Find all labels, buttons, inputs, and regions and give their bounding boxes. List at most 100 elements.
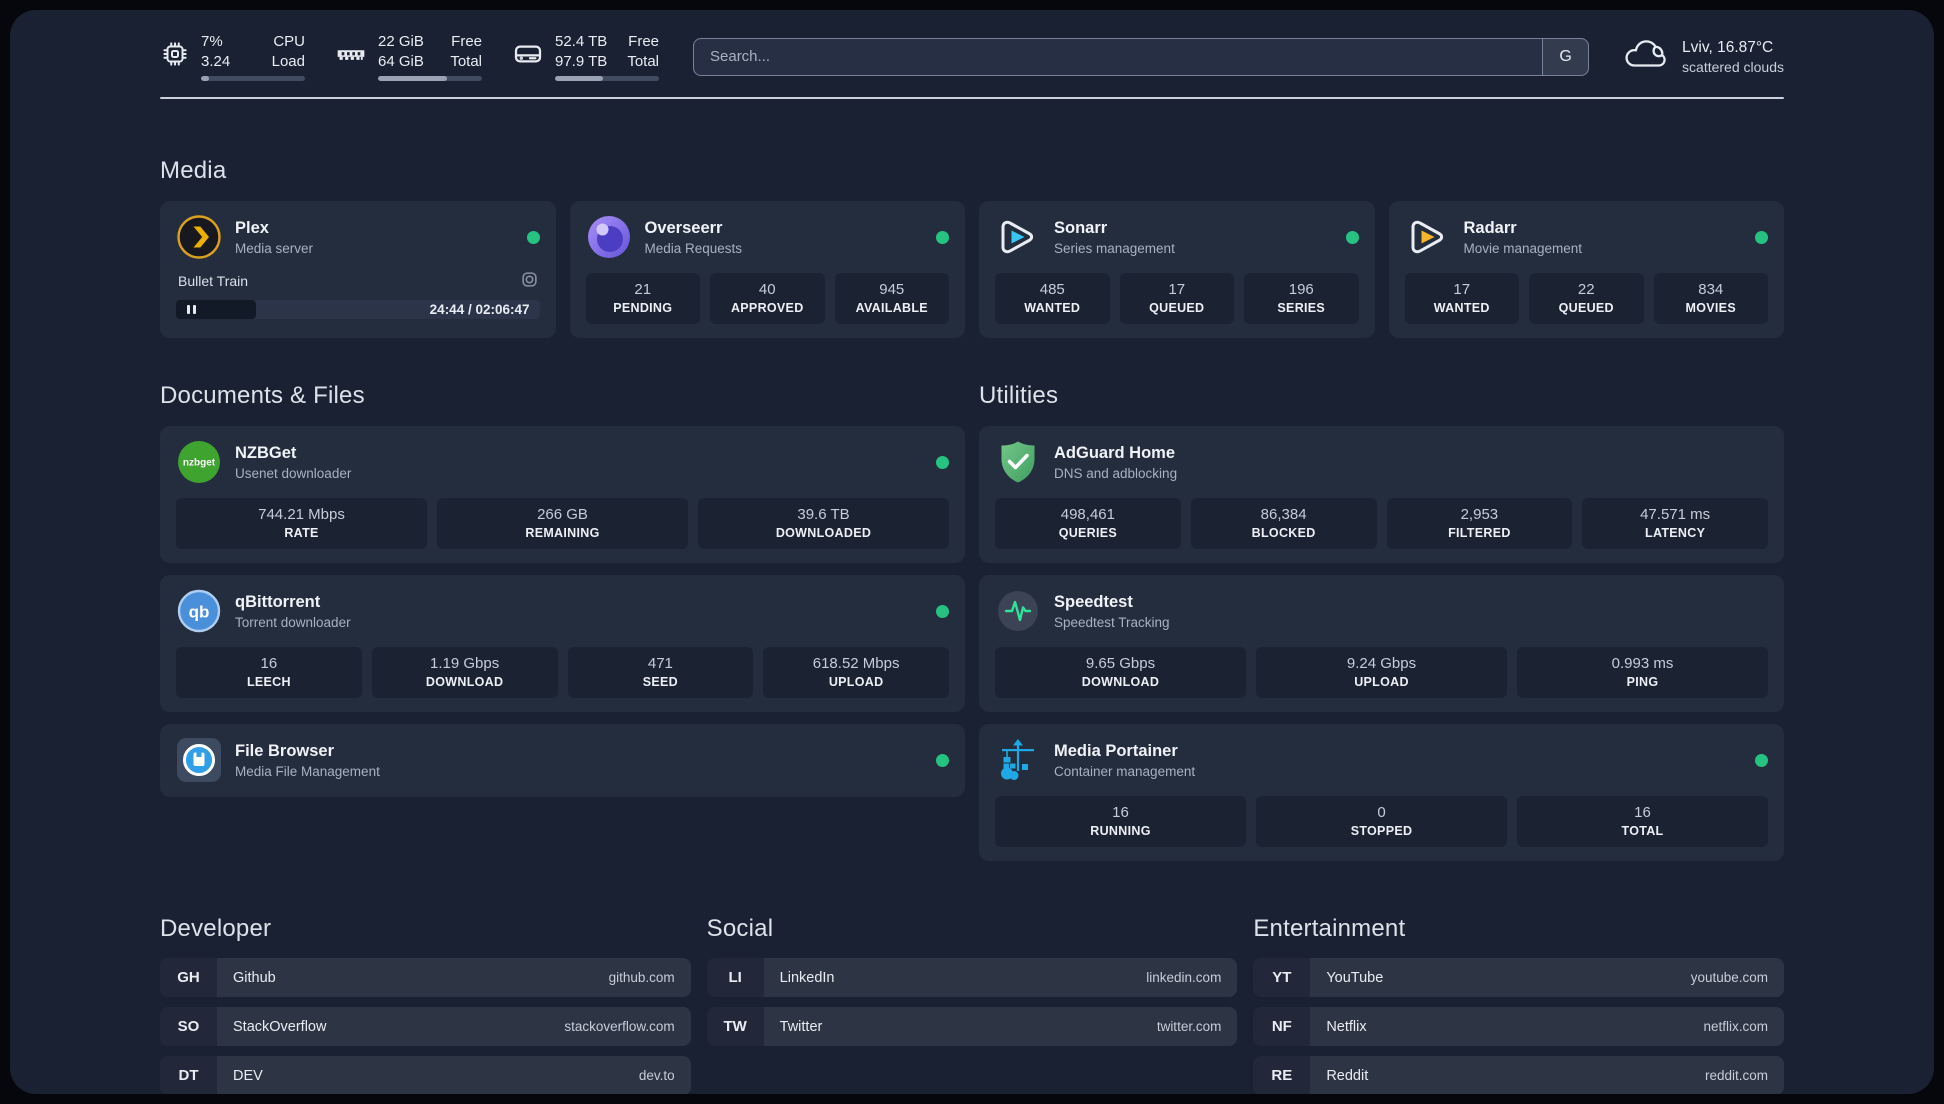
status-dot: [1755, 230, 1768, 244]
app-description: Container management: [1054, 763, 1196, 779]
bookmark-name: StackOverflow: [233, 1018, 327, 1035]
status-dot: [936, 230, 949, 244]
bookmark-abbr: NF: [1253, 1007, 1310, 1046]
app-name: Radarr: [1463, 218, 1517, 237]
bookmark-abbr: RE: [1253, 1056, 1310, 1094]
stat-tile: 16 TOTAL: [1517, 796, 1768, 847]
stat-tile: 744.21 Mbps RATE: [176, 498, 427, 549]
bookmark-name: Reddit: [1326, 1067, 1369, 1084]
svg-text:nzbget: nzbget: [183, 458, 216, 469]
bookmark-url: reddit.com: [1704, 1068, 1768, 1083]
stat-tile: 16 LEECH: [176, 647, 362, 698]
resource-widgets: 7% 3.24 CPU Load 22 GiB 64 GiB Free Tota…: [160, 32, 659, 81]
app-card-adguard[interactable]: AdGuard Home DNS and adblocking 498,461 Q…: [979, 426, 1784, 563]
bookmark-github[interactable]: GH Github github.com: [160, 958, 691, 997]
cloud-icon: [1623, 37, 1669, 76]
app-description: Media Requests: [644, 240, 743, 256]
status-dot: [1755, 753, 1768, 767]
bookmark-youtube[interactable]: YT YouTube youtube.com: [1253, 958, 1784, 997]
stat-tile: 39.6 TB DOWNLOADED: [698, 498, 949, 549]
section-title-social: Social: [706, 915, 774, 942]
nzbget-icon: nzbget: [176, 439, 222, 485]
memory-values: 22 GiB 64 GiB: [378, 33, 424, 70]
app-card-speedtest[interactable]: Speedtest Speedtest Tracking 9.65 Gbps DO…: [979, 575, 1784, 712]
cpu-icon: [160, 39, 190, 74]
bookmark-name: Netflix: [1326, 1018, 1367, 1035]
stat-tile: 1.19 Gbps DOWNLOAD: [371, 647, 558, 698]
bookmark-name: YouTube: [1326, 969, 1384, 986]
memory-labels: Free Total: [450, 33, 482, 70]
bookmark-name: DEV: [233, 1067, 263, 1084]
disk-values: 52.4 TB 97.9 TB: [555, 33, 608, 70]
qbittorrent-icon: qb: [176, 588, 222, 634]
app-card-overseerr[interactable]: Overseerr Media Requests 21 PENDING 40 APP…: [569, 201, 965, 338]
bookmark-group-developer: Developer GH Github github.com SO StackOv…: [160, 915, 691, 1094]
cpu-progress-bar: [201, 76, 305, 81]
status-dot: [936, 753, 949, 767]
memory-icon: [335, 38, 367, 75]
app-card-filebrowser[interactable]: File Browser Media File Management: [160, 724, 965, 797]
app-card-plex[interactable]: Plex Media server Bullet Train 24:44 / 0…: [160, 201, 556, 338]
app-name: Plex: [235, 218, 269, 237]
now-playing-time: 24:44 / 02:06:47: [429, 302, 530, 317]
adguard-icon: [995, 439, 1041, 485]
display-icon: [521, 271, 538, 291]
bookmark-abbr: TW: [707, 1007, 764, 1046]
bookmark-url: twitter.com: [1156, 1019, 1222, 1034]
bookmark-dev[interactable]: DT DEV dev.to: [160, 1056, 691, 1094]
app-name: AdGuard Home: [1054, 443, 1176, 462]
app-description: Movie management: [1463, 240, 1583, 256]
disk-widget: 52.4 TB 97.9 TB Free Total: [512, 32, 659, 81]
stat-tile: 17 QUEUED: [1119, 273, 1234, 324]
memory-progress-bar: [378, 76, 482, 81]
bookmark-reddit[interactable]: RE Reddit reddit.com: [1253, 1056, 1784, 1094]
now-playing-progress[interactable]: 24:44 / 02:06:47: [176, 300, 540, 319]
weather-widget: Lviv, 16.87°C scattered clouds: [1623, 37, 1784, 76]
bookmark-abbr: LI: [707, 958, 764, 997]
stat-tile: 9.65 Gbps DOWNLOAD: [995, 647, 1246, 698]
bookmark-stackoverflow[interactable]: SO StackOverflow stackoverflow.com: [160, 1007, 691, 1046]
bookmark-url: dev.to: [638, 1068, 675, 1083]
bookmark-netflix[interactable]: NF Netflix netflix.com: [1253, 1007, 1784, 1046]
stat-tile: 196 SERIES: [1244, 273, 1359, 324]
app-card-portainer[interactable]: Media Portainer Container management 16 R…: [979, 724, 1784, 861]
section-title-documents: Documents & Files: [160, 382, 365, 409]
cpu-widget: 7% 3.24 CPU Load: [160, 32, 305, 81]
bookmark-url: github.com: [608, 970, 675, 985]
app-card-qbittorrent[interactable]: qb qBittorrent Torrent downloader 16 LEEC…: [160, 575, 965, 712]
stat-tile: 17 WANTED: [1404, 273, 1519, 324]
radarr-icon: [1405, 214, 1451, 260]
stat-tile: 40 APPROVED: [710, 273, 825, 324]
bookmark-name: LinkedIn: [779, 969, 835, 986]
bookmark-twitter[interactable]: TW Twitter twitter.com: [707, 1007, 1238, 1046]
search-provider-button[interactable]: G: [1542, 38, 1589, 75]
section-title-developer: Developer: [160, 915, 272, 942]
now-playing-title: Bullet Train: [178, 273, 249, 289]
app-card-sonarr[interactable]: Sonarr Series management 485 WANTED 17 QUE…: [979, 201, 1375, 338]
stat-tile: 47.571 ms LATENCY: [1582, 498, 1768, 549]
speedtest-icon: [995, 588, 1041, 634]
disk-progress-bar: [555, 76, 659, 81]
app-card-radarr[interactable]: Radarr Movie management 17 WANTED 22 QUEUE…: [1388, 201, 1784, 338]
portainer-icon: [995, 737, 1041, 783]
disk-labels: Free Total: [627, 33, 659, 70]
bookmark-url: youtube.com: [1690, 970, 1768, 985]
dashboard-panel: 7% 3.24 CPU Load 22 GiB 64 GiB Free Tota…: [10, 10, 1934, 1094]
bookmark-group-social: Social LI LinkedIn linkedin.com TW Twitte…: [707, 915, 1238, 1094]
app-description: Usenet downloader: [235, 465, 352, 481]
app-description: Speedtest Tracking: [1054, 614, 1170, 630]
weather-location-temp: Lviv, 16.87°C: [1682, 38, 1774, 56]
status-dot: [936, 455, 949, 469]
stat-tile: 21 PENDING: [585, 273, 700, 324]
stat-tile: 2,953 FILTERED: [1386, 498, 1573, 549]
bookmark-linkedin[interactable]: LI LinkedIn linkedin.com: [707, 958, 1238, 997]
status-dot: [1345, 230, 1359, 244]
stat-tile: 834 MOVIES: [1653, 273, 1768, 324]
app-description: Series management: [1054, 240, 1175, 256]
app-description: DNS and adblocking: [1054, 465, 1178, 481]
pause-icon[interactable]: [176, 300, 256, 319]
stat-tile: 498,461 QUERIES: [995, 498, 1181, 549]
plex-icon: [176, 214, 222, 260]
search-input[interactable]: [694, 38, 1543, 75]
app-card-nzbget[interactable]: nzbget NZBGet Usenet downloader 744.21 M…: [160, 426, 965, 563]
